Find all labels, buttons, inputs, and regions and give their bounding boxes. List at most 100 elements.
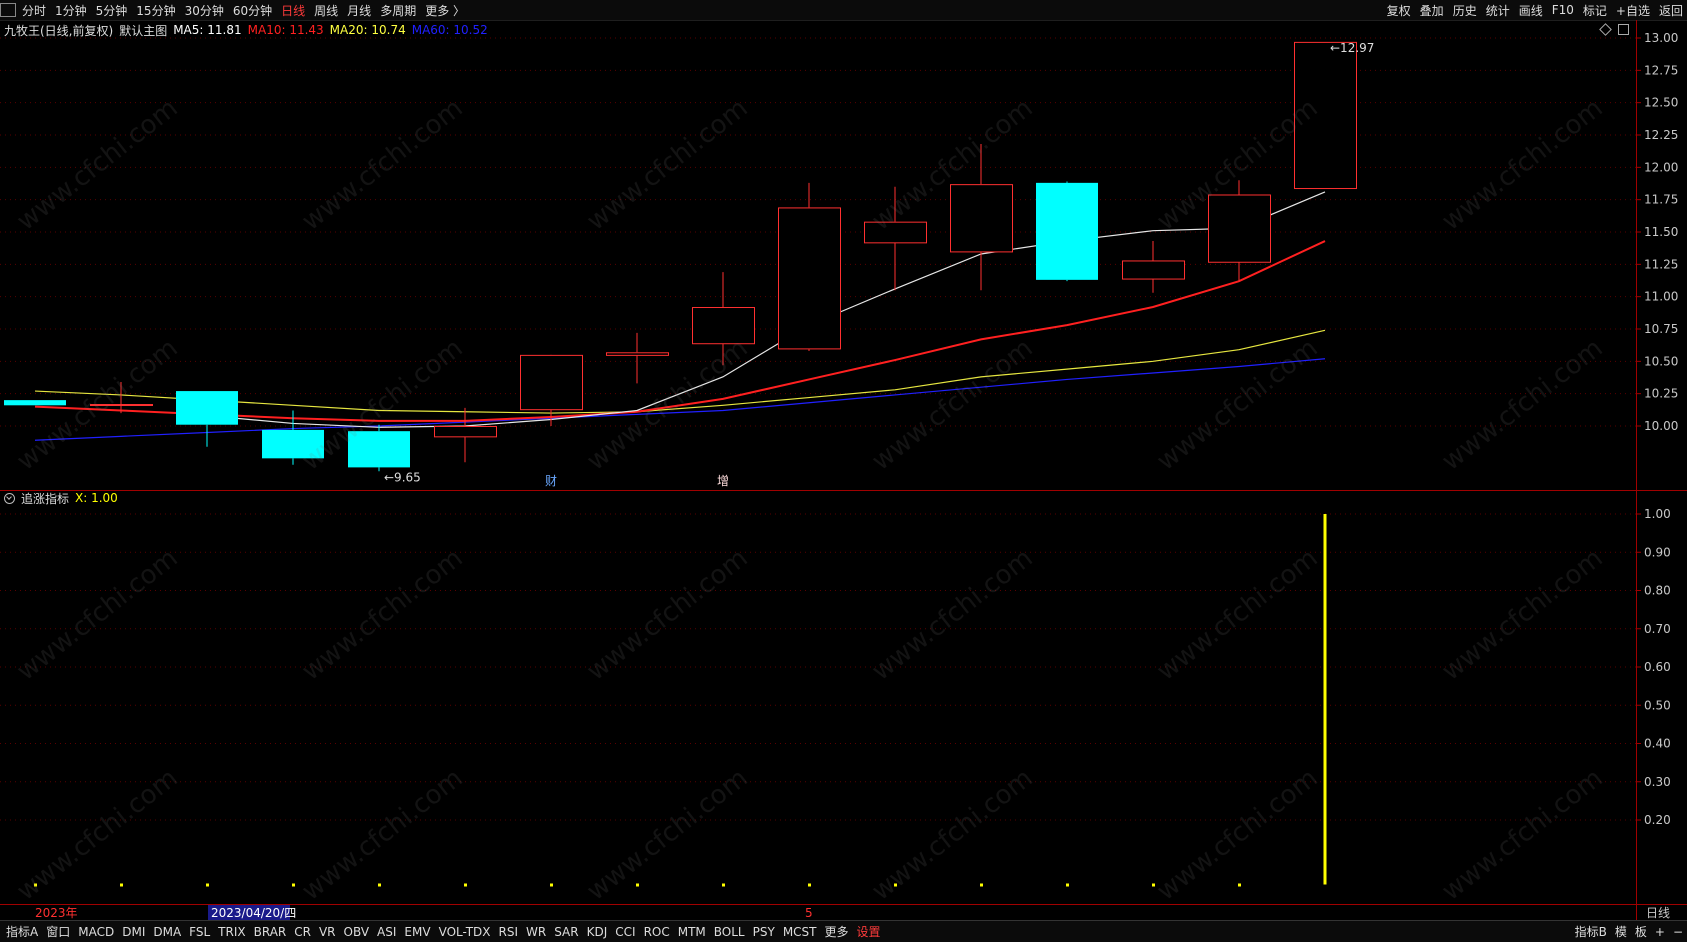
candle-body-up [1294,41,1357,190]
indicator-tab-24[interactable]: 更多 [821,923,853,940]
indicator-tick-label: 0.60 [1644,660,1671,674]
candle-body-up [1208,194,1271,263]
indicator-dot [550,883,553,887]
indicator-tab-8[interactable]: CR [290,925,315,939]
indicator-tick-label: 0.70 [1644,622,1671,636]
indicator-tab-12[interactable]: EMV [400,925,434,939]
indicator-dot [34,883,37,887]
indicator-tick-label: 0.90 [1644,545,1671,559]
ma20-label: MA20: 10.74 [329,23,406,37]
price-tick-label: 10.00 [1644,419,1678,433]
ma60-label: MA60: 10.52 [411,23,488,37]
indicator-legend: 追涨指标 X: 1.00 [4,490,124,506]
indicator-tick-label: 0.50 [1644,698,1671,712]
main-chart-legend: 九牧王(日线,前复权) 默认主图 MA5: 11.81 MA10: 11.43 … [4,22,494,38]
collapse-icon[interactable] [4,492,15,504]
price-tick-label: 11.75 [1644,193,1678,207]
indicator-tab-23[interactable]: MCST [779,925,821,939]
bottom-action-1[interactable]: 模 [1615,923,1627,940]
bottom-action-4[interactable]: − [1673,925,1683,939]
indicator-dot [1238,883,1241,887]
price-tick-label: 10.25 [1644,387,1678,401]
candle-body-up [606,352,669,356]
ma5-label: MA5: 11.81 [173,23,242,37]
candle-body-up [90,404,153,407]
indicator-tab-11[interactable]: ASI [373,925,400,939]
indicator-tab-10[interactable]: OBV [340,925,374,939]
indicator-tab-15[interactable]: WR [522,925,550,939]
candle-body-down [1036,182,1098,280]
indicator-name: 追涨指标 [21,491,70,506]
indicator-tab-22[interactable]: PSY [749,925,779,939]
candle-body-down [176,391,238,425]
indicator-tab-2[interactable]: MACD [74,925,118,939]
indicator-dot [120,883,123,887]
high-price-label: ←12.97 [1330,41,1374,55]
indicator-tab-5[interactable]: FSL [185,925,214,939]
candle-body-down [4,400,66,406]
kline-chart[interactable]: 13.00 12.75 12.50 12.25 12.00 11.75 11.50 11.25… [0,0,1687,941]
indicator-dot [464,883,467,887]
indicator-tab-21[interactable]: BOLL [710,925,749,939]
candle-body-down [262,429,324,459]
indicator-tab-4[interactable]: DMA [149,925,185,939]
finance-marker: 财 [545,474,557,488]
indicator-dot [808,883,811,887]
indicator-dot [980,883,983,887]
indicator-tab-25[interactable]: 设置 [853,923,885,940]
candle-body-down [348,431,410,468]
indicator-dot [378,883,381,887]
candle-body-up [778,207,841,350]
indicator-dot [636,883,639,887]
ma5-line [206,191,1326,428]
indicator-dot [206,883,209,887]
indicator-tab-16[interactable]: SAR [550,925,582,939]
indicator-dot [722,883,725,887]
main-template-label[interactable]: 默认主图 [119,22,167,39]
diamond-icon[interactable] [1599,23,1612,36]
price-tick-label: 13.00 [1644,31,1678,45]
indicator-tick-label: 0.30 [1644,775,1671,789]
price-tick-label: 10.50 [1644,354,1678,368]
add-issue-marker: 增 [717,474,729,488]
indicator-tab-6[interactable]: TRIX [214,925,249,939]
indicator-dot [292,883,295,887]
indicator-tick-label: 0.20 [1644,813,1671,827]
candle-body-up [864,221,927,244]
price-tick-label: 12.00 [1644,160,1678,174]
low-price-label: ←9.65 [384,470,421,484]
indicator-tab-18[interactable]: CCI [611,925,639,939]
indicator-tab-20[interactable]: MTM [674,925,710,939]
panel-controls [1599,23,1629,36]
x-date-label: 2023/04/20/四 [211,906,296,920]
price-tick-label: 11.25 [1644,257,1678,271]
bottom-action-0[interactable]: 指标B [1575,923,1607,940]
maximize-icon[interactable] [1618,24,1629,35]
indicator-tab-7[interactable]: BRAR [250,925,291,939]
indicator-tab-9[interactable]: VR [315,925,340,939]
price-tick-label: 12.75 [1644,63,1678,77]
candle-body-up [434,426,497,438]
price-tick-label: 11.50 [1644,225,1678,239]
stock-title: 九牧王(日线,前复权) [4,23,114,38]
candle-body-up [692,307,755,345]
price-tick-label: 11.00 [1644,290,1678,304]
indicator-tab-14[interactable]: RSI [495,925,523,939]
indicator-tab-3[interactable]: DMI [118,925,149,939]
candle-body-up [1122,260,1185,280]
indicator-tab-17[interactable]: KDJ [583,925,612,939]
price-tick-label: 12.50 [1644,96,1678,110]
indicator-tab-1[interactable]: 窗口 [42,923,74,940]
indicator-dot [894,883,897,887]
indicator-tab-19[interactable]: ROC [640,925,674,939]
price-tick-label: 10.75 [1644,322,1678,336]
indicator-tick-label: 0.80 [1644,584,1671,598]
bottom-action-3[interactable]: + [1655,925,1665,939]
price-tick-label: 12.25 [1644,128,1678,142]
x-year-label: 2023年 [35,906,78,920]
indicator-tab-13[interactable]: VOL-TDX [435,925,495,939]
bottom-action-2[interactable]: 板 [1635,923,1647,940]
indicator-tab-0[interactable]: 指标A [2,923,42,940]
indicator-tick-label: 0.40 [1644,737,1671,751]
period-label: 日线 [1646,906,1670,920]
